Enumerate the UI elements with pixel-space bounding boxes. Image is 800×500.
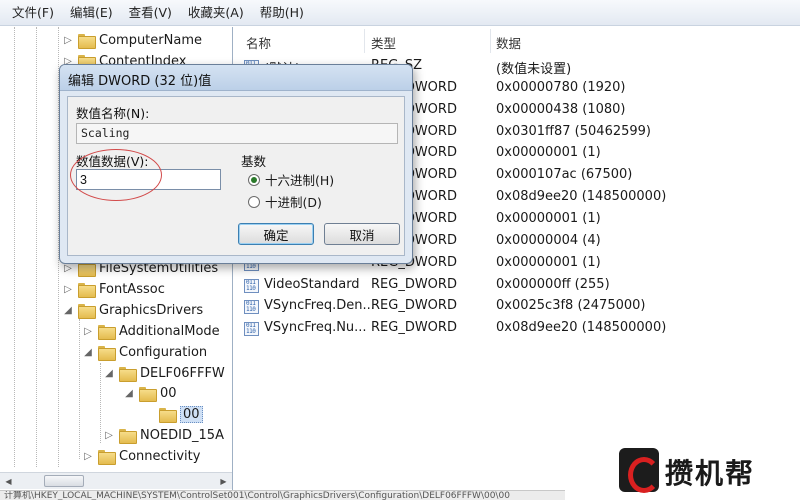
brand-logo-icon bbox=[619, 448, 660, 493]
menu-file[interactable]: 文件(F) bbox=[4, 0, 62, 26]
tree-node-delf06fffw[interactable]: ◢ DELF06FFFW bbox=[103, 363, 225, 384]
value-name-field: Scaling bbox=[76, 123, 398, 144]
tree-node-label: NOEDID_15A bbox=[140, 428, 224, 443]
tree-node-graphicsdrivers[interactable]: ◢ GraphicsDrivers bbox=[62, 300, 203, 321]
radio-hex-label: 十六进制(H) bbox=[265, 173, 335, 188]
folder-icon bbox=[98, 325, 116, 340]
folder-open-icon bbox=[78, 304, 96, 319]
folder-icon bbox=[78, 34, 96, 49]
tree-node-label: 00 bbox=[180, 406, 203, 423]
value-type: REG_DWORD bbox=[371, 298, 457, 314]
expand-arrow-icon[interactable]: ▷ bbox=[62, 35, 74, 47]
scroll-right-icon[interactable]: ▶ bbox=[216, 474, 231, 488]
tree-node-label: Configuration bbox=[119, 345, 208, 360]
scrollbar-thumb[interactable] bbox=[44, 475, 84, 487]
edit-dword-dialog: 编辑 DWORD (32 位)值 数值名称(N): Scaling 数值数据(V… bbox=[59, 64, 413, 264]
menu-view[interactable]: 查看(V) bbox=[121, 0, 180, 26]
value-data: 0x08d9ee20 (148500000) bbox=[496, 189, 667, 205]
dialog-titlebar[interactable]: 编辑 DWORD (32 位)值 bbox=[60, 65, 412, 91]
tree-node-label: FontAssoc bbox=[99, 282, 165, 297]
value-type: REG_DWORD bbox=[371, 320, 457, 336]
expand-arrow-icon[interactable]: ▷ bbox=[62, 263, 74, 275]
radio-selected-icon[interactable] bbox=[248, 173, 260, 186]
radio-dec[interactable]: 十进制(D) bbox=[248, 192, 322, 211]
expand-arrow-icon[interactable]: ▷ bbox=[82, 326, 94, 338]
tree-node-00-parent[interactable]: ◢ 00 bbox=[123, 383, 177, 404]
value-data: 0x00000004 (4) bbox=[496, 232, 601, 248]
value-data-input[interactable] bbox=[76, 169, 221, 190]
tree-node-fontassoc[interactable]: ▷ FontAssoc bbox=[62, 279, 165, 300]
folder-open-icon bbox=[98, 346, 116, 361]
value-data: 0x00000438 (1080) bbox=[496, 101, 626, 117]
radio-hex[interactable]: 十六进制(H) bbox=[248, 170, 334, 189]
value-data: 0x00000001 (1) bbox=[496, 145, 601, 161]
value-data: 0x08d9ee20 (148500000) bbox=[496, 320, 667, 336]
base-group-label: 基数 bbox=[241, 154, 267, 169]
tree-horizontal-scrollbar[interactable]: ◀ ▶ bbox=[0, 472, 232, 489]
value-data: 0x00000780 (1920) bbox=[496, 79, 626, 95]
radio-dec-label: 十进制(D) bbox=[265, 195, 322, 210]
value-data-label: 数值数据(V): bbox=[76, 154, 149, 169]
tree-node-00-selected[interactable]: 00 bbox=[143, 404, 203, 425]
tree-node-label: GraphicsDrivers bbox=[99, 303, 204, 318]
collapse-arrow-icon[interactable]: ◢ bbox=[123, 388, 135, 400]
value-name: VSyncFreq.Nu... bbox=[264, 320, 367, 336]
dialog-title: 编辑 DWORD (32 位)值 bbox=[68, 74, 212, 89]
tree-node-computername[interactable]: ▷ ComputerName bbox=[62, 30, 202, 51]
column-header-data[interactable]: 数据 bbox=[496, 33, 521, 53]
value-data: (数值未设置) bbox=[496, 62, 572, 77]
value-name: VSyncFreq.Den... bbox=[264, 298, 375, 314]
value-data: 0x000107ac (67500) bbox=[496, 167, 633, 183]
tree-node-label: AdditionalMode bbox=[119, 324, 220, 339]
value-row[interactable]: 011 110 VSyncFreq.Nu... REG_DWORD 0x08d9ee2… bbox=[238, 318, 800, 340]
folder-open-icon bbox=[119, 367, 137, 382]
tree-node-connectivity[interactable]: ▷ Connectivity bbox=[82, 446, 200, 467]
reg-binary-value-icon: 011 110 bbox=[244, 278, 259, 293]
tree-node-additionalmode[interactable]: ▷ AdditionalMode bbox=[82, 321, 220, 342]
collapse-arrow-icon[interactable]: ◢ bbox=[62, 305, 74, 317]
expand-arrow-icon[interactable]: ▷ bbox=[82, 451, 94, 463]
value-data: 0x00000001 (1) bbox=[496, 210, 601, 226]
tree-node-noedid[interactable]: ▷ NOEDID_15A bbox=[103, 425, 224, 446]
reg-binary-value-icon: 011 110 bbox=[244, 300, 259, 315]
ok-button[interactable]: 确定 bbox=[238, 223, 314, 245]
tree-node-label: Connectivity bbox=[119, 449, 201, 464]
tree-node-label: 00 bbox=[160, 386, 177, 401]
folder-open-icon bbox=[159, 408, 177, 423]
cancel-button[interactable]: 取消 bbox=[324, 223, 400, 245]
collapse-arrow-icon[interactable]: ◢ bbox=[103, 368, 115, 380]
value-type: REG_DWORD bbox=[371, 276, 457, 292]
menu-bar: 文件(F) 编辑(E) 查看(V) 收藏夹(A) 帮助(H) bbox=[0, 0, 800, 26]
watermark-text: 攒机帮 bbox=[665, 457, 756, 490]
column-header-type[interactable]: 类型 bbox=[371, 33, 396, 53]
folder-icon bbox=[78, 283, 96, 298]
value-data: 0x0025c3f8 (2475000) bbox=[496, 298, 646, 314]
expand-arrow-icon[interactable]: ▷ bbox=[62, 284, 74, 296]
expand-arrow-icon[interactable]: ▷ bbox=[103, 430, 115, 442]
radio-unselected-icon[interactable] bbox=[248, 195, 260, 208]
value-data: 0x0301ff87 (50462599) bbox=[496, 123, 651, 139]
tree-node-label: DELF06FFFW bbox=[140, 366, 225, 381]
value-data: 0x00000001 (1) bbox=[496, 254, 601, 270]
value-name-label: 数值名称(N): bbox=[76, 106, 150, 121]
menu-edit[interactable]: 编辑(E) bbox=[62, 0, 121, 26]
column-header-name[interactable]: 名称 bbox=[246, 33, 271, 53]
value-data: 0x000000ff (255) bbox=[496, 276, 610, 292]
reg-binary-value-icon: 011 110 bbox=[244, 322, 259, 337]
watermark: 攒机帮 bbox=[565, 440, 800, 500]
scroll-left-icon[interactable]: ◀ bbox=[1, 474, 16, 488]
menu-favorites[interactable]: 收藏夹(A) bbox=[180, 0, 252, 26]
dialog-body: 数值名称(N): Scaling 数值数据(V): 基数 十六进制(H) 十进制… bbox=[67, 96, 405, 256]
value-row[interactable]: 011 110 VideoStandard REG_DWORD 0x000000ff … bbox=[238, 275, 800, 297]
folder-icon bbox=[119, 429, 137, 444]
value-row[interactable]: 011 110 VSyncFreq.Den... REG_DWORD 0x0025c3… bbox=[238, 296, 800, 318]
collapse-arrow-icon[interactable]: ◢ bbox=[82, 347, 94, 359]
tree-node-configuration[interactable]: ◢ Configuration bbox=[82, 342, 207, 363]
menu-help[interactable]: 帮助(H) bbox=[252, 0, 312, 26]
value-name: VideoStandard bbox=[264, 276, 360, 292]
tree-node-label: ComputerName bbox=[99, 33, 202, 48]
folder-icon bbox=[98, 450, 116, 465]
folder-open-icon bbox=[139, 387, 157, 402]
